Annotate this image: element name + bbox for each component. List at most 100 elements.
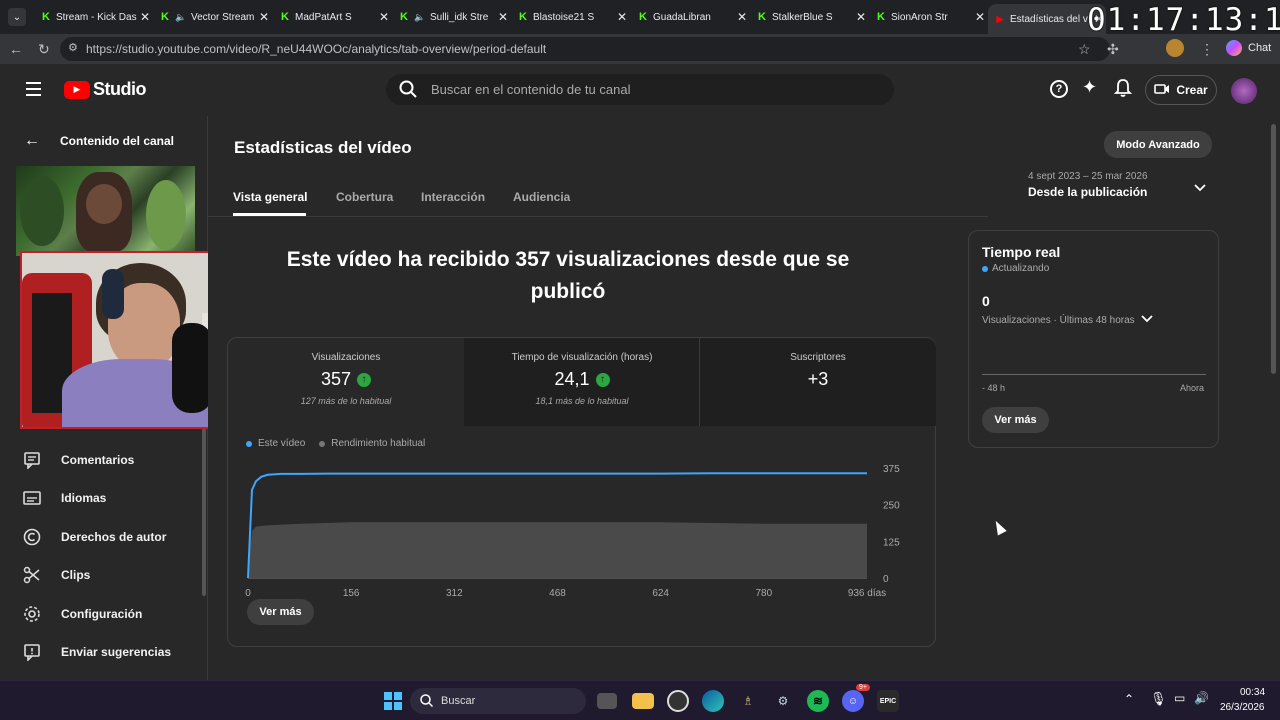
close-tab-icon[interactable]: ✕ (973, 10, 987, 24)
app-icon[interactable]: ♗ (737, 690, 759, 712)
browser-tab[interactable]: K SionAron Str ✕ (869, 4, 987, 30)
sparkle-icon[interactable]: ✦ (1082, 77, 1097, 98)
kick-icon: K (877, 11, 885, 23)
file-explorer-icon[interactable] (632, 693, 654, 709)
edge-browser-icon[interactable] (702, 690, 724, 712)
chat-label[interactable]: Chat (1248, 42, 1271, 54)
realtime-chart-baseline[interactable] (982, 374, 1206, 375)
legend-dot (246, 440, 252, 447)
mouse-cursor (991, 518, 1007, 536)
close-tab-icon[interactable]: ✕ (615, 10, 629, 24)
sidebar-item-clips[interactable]: Clips (20, 560, 200, 590)
sidebar-item-enviar-sugerencias[interactable]: Enviar sugerencias (20, 637, 200, 667)
headline: Este vídeo ha recibido 357 visualizacion… (286, 248, 850, 303)
tab-vista-general[interactable]: Vista general (233, 190, 307, 204)
browser-tab[interactable]: K 🔈 Sulli_idk Stre ✕ (392, 4, 510, 30)
views-chart[interactable]: 0 156 312 468 624 780 936 días 375 250 125 0 (228, 456, 928, 596)
browser-tab[interactable]: K MadPatArt S ✕ (273, 4, 391, 30)
tab-audiencia[interactable]: Audiencia (513, 190, 570, 204)
back-arrow-icon[interactable]: ← (9, 41, 23, 57)
steam-icon[interactable]: ⚙ (772, 690, 794, 712)
hamburger-menu-icon[interactable] (26, 82, 41, 96)
tab-title: Blastoise21 S (533, 11, 595, 23)
profile-avatar[interactable] (1166, 39, 1184, 57)
spotify-icon[interactable]: ≋ (807, 690, 829, 712)
address-bar[interactable]: ⚙ https://studio.youtube.com/video/R_neU… (60, 37, 1110, 61)
close-tab-icon[interactable]: ✕ (257, 10, 271, 24)
site-info-icon[interactable]: ⚙ (68, 41, 78, 54)
typical-performance-area (248, 522, 867, 578)
tab-cobertura[interactable]: Cobertura (336, 190, 393, 204)
sidebar-item-label: Derechos de autor (61, 530, 167, 544)
task-view-icon[interactable] (597, 693, 617, 709)
sidebar-item-comentarios[interactable]: Comentarios (20, 445, 200, 475)
see-more-button[interactable]: Ver más (247, 599, 314, 625)
legend-label: Rendimiento habitual (331, 438, 426, 449)
close-tab-icon[interactable]: ✕ (735, 10, 749, 24)
stat-comparison: 18,1 más de lo habitual (535, 396, 629, 406)
sidebar-item-derechos-de-autor[interactable]: Derechos de autor (20, 522, 200, 552)
page-scrollbar-thumb[interactable] (1271, 124, 1276, 374)
close-tab-icon[interactable]: ✕ (138, 10, 152, 24)
close-tab-icon[interactable]: ✕ (377, 10, 391, 24)
stat-suscriptores[interactable]: Suscriptores +3 (700, 338, 936, 426)
video-thumbnail[interactable] (16, 166, 195, 256)
microphone-icon[interactable]: 🎙 (1150, 691, 1167, 707)
sidebar-item-idiomas[interactable]: Idiomas (20, 483, 200, 513)
comment-icon (20, 451, 44, 469)
close-tab-icon[interactable]: ✕ (496, 10, 510, 24)
help-icon[interactable]: ? (1050, 80, 1068, 98)
obs-icon[interactable] (667, 690, 689, 712)
browser-tab[interactable]: K GuadaLibran ✕ (631, 4, 749, 30)
tray-chevron-icon[interactable]: ⌃ (1124, 692, 1134, 706)
x-tick-label: 780 (755, 588, 772, 596)
taskbar-search[interactable]: Buscar (410, 688, 586, 714)
youtube-logo-icon: ▶ (64, 80, 90, 99)
legend-item-rendimiento-habitual[interactable]: Rendimiento habitual (319, 438, 425, 449)
channel-avatar[interactable] (1231, 78, 1257, 104)
discord-icon[interactable]: ☺ (842, 690, 864, 712)
notifications-bell-icon[interactable] (1113, 78, 1133, 103)
sidebar-item-label: Comentarios (61, 453, 135, 467)
date-range-selector[interactable]: 4 sept 2023 – 25 mar 2026 Desde la publi… (1028, 171, 1214, 207)
bookmark-star-icon[interactable]: ☆ (1078, 41, 1091, 58)
sidebar-item-configuraci-n[interactable]: Configuración (20, 599, 200, 629)
browser-tab[interactable]: K Blastoise21 S ✕ (511, 4, 629, 30)
x-tick-label: 936 días (848, 588, 886, 596)
tab-title: Sulli_idk Stre (430, 11, 489, 23)
browser-tab[interactable]: K StalkerBlue S ✕ (750, 4, 868, 30)
kick-icon: K (758, 11, 766, 23)
taskbar-time[interactable]: 00:34 (1240, 687, 1265, 698)
back-to-content-button[interactable]: ← Contenido del canal (24, 132, 174, 150)
taskbar-date[interactable]: 26/3/2026 (1220, 702, 1265, 713)
stat-tiempo-de-visualizaci-n-horas-[interactable]: Tiempo de visualización (horas) 24,1 ↑ 18,1… (464, 338, 700, 426)
network-icon[interactable]: ▭ (1174, 691, 1185, 705)
date-range: 4 sept 2023 – 25 mar 2026 (1028, 171, 1148, 182)
tab-interacci-n[interactable]: Interacción (421, 190, 485, 204)
browser-tab[interactable]: K Stream - Kick Das ✕ (34, 4, 152, 30)
muted-speaker-icon[interactable]: 🔈 (414, 11, 426, 23)
volume-icon[interactable]: 🔊 (1194, 691, 1209, 705)
legend-item-este-video[interactable]: Este vídeo (246, 438, 305, 449)
epic-games-icon[interactable]: EPIC (877, 690, 899, 712)
studio-logo[interactable]: ▶ Studio (64, 79, 147, 100)
stat-label: Visualizaciones (311, 352, 381, 363)
copilot-icon[interactable] (1226, 40, 1242, 56)
muted-speaker-icon[interactable]: 🔈 (175, 11, 187, 23)
tab-search-button[interactable]: ⌄ (8, 8, 26, 26)
trend-up-icon: ↑ (595, 372, 610, 387)
extensions-icon[interactable]: ✣ (1107, 41, 1119, 58)
advanced-mode-button[interactable]: Modo Avanzado (1104, 131, 1212, 158)
create-button[interactable]: Crear (1145, 75, 1217, 105)
reload-icon[interactable]: ↻ (38, 41, 50, 58)
page-scrollbar[interactable] (1268, 64, 1280, 680)
menu-dots-icon[interactable]: ⋮ (1200, 41, 1214, 58)
close-tab-icon[interactable]: ✕ (854, 10, 868, 24)
windows-start-icon[interactable] (382, 690, 404, 712)
browser-tab[interactable]: K 🔈 Vector Stream ✕ (153, 4, 271, 30)
stat-visualizaciones[interactable]: Visualizaciones 357 ↑ 127 más de lo habitua… (228, 338, 464, 426)
realtime-see-more-button[interactable]: Ver más (982, 407, 1049, 433)
chevron-down-icon (1141, 315, 1153, 326)
search-input[interactable]: Buscar en el contenido de tu canal (386, 74, 894, 105)
realtime-metric-selector[interactable]: Visualizaciones · Últimas 48 horas (982, 315, 1153, 326)
